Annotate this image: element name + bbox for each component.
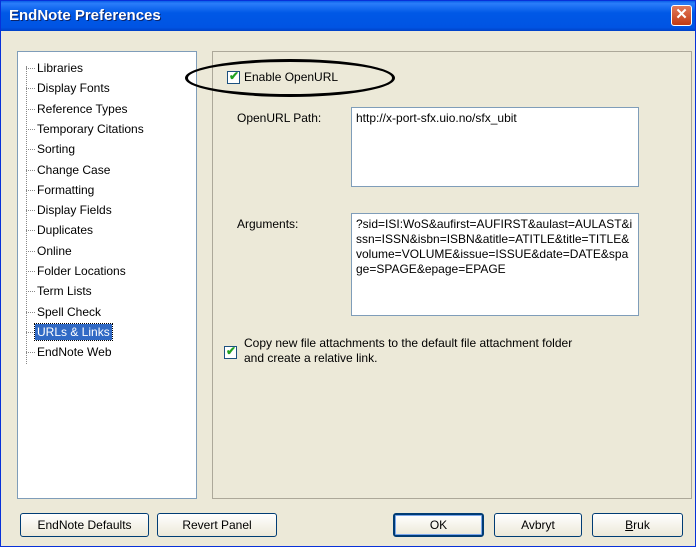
sidebar-item-label: Change Case <box>37 162 111 177</box>
tree-connector-line <box>26 210 35 212</box>
highlight-ellipse <box>185 59 395 97</box>
tree-connector-line <box>26 149 35 151</box>
sidebar-item-reference-types[interactable]: Reference Types <box>35 100 130 118</box>
sidebar-item-display-fonts[interactable]: Display Fonts <box>35 79 112 97</box>
copy-attachments-checkbox[interactable]: ✔ <box>224 344 237 359</box>
close-icon: ✕ <box>675 6 688 23</box>
tree-connector-line <box>26 291 35 293</box>
apply-mnemonic: B <box>625 518 634 532</box>
tree-connector-line <box>26 352 35 354</box>
window-title: EndNote Preferences <box>9 7 161 24</box>
tree-connector-line <box>26 189 35 191</box>
sidebar-item-formatting[interactable]: Formatting <box>35 181 96 199</box>
ok-button[interactable]: OK <box>393 513 484 537</box>
sidebar-item-change-case[interactable]: Change Case <box>35 161 112 179</box>
tree-connector <box>26 66 27 364</box>
sidebar-item-label: Duplicates <box>37 223 94 238</box>
urls-links-panel: ✔ Enable OpenURL OpenURL Path: http://x-… <box>212 51 692 499</box>
tree-connector-line <box>26 68 35 69</box>
openurl-path-label: OpenURL Path: <box>237 111 322 125</box>
revert-panel-button[interactable]: Revert Panel <box>157 513 277 537</box>
sidebar-item-sorting[interactable]: Sorting <box>35 140 77 158</box>
sidebar-item-label: EndNote Web <box>37 345 112 360</box>
close-button[interactable]: ✕ <box>671 5 692 26</box>
sidebar-item-temporary-citations[interactable]: Temporary Citations <box>35 120 146 138</box>
sidebar-item-label: Temporary Citations <box>37 121 144 136</box>
sidebar-item-spell-check[interactable]: Spell Check <box>35 303 103 321</box>
sidebar-item-label: Folder Locations <box>37 264 126 278</box>
cancel-button[interactable]: Avbryt <box>494 513 582 537</box>
sidebar-item-label: Online <box>37 243 72 258</box>
sidebar-item-label: Libraries <box>37 61 84 75</box>
tree-connector-line <box>26 311 35 313</box>
sidebar-item-duplicates[interactable]: Duplicates <box>35 221 95 239</box>
tree-connector-line <box>26 169 35 171</box>
checkmark-icon: ✔ <box>226 344 237 358</box>
sidebar-item-label: Sorting <box>37 142 76 157</box>
sidebar-item-display-fields[interactable]: Display Fields <box>35 201 114 219</box>
sidebar-item-folder-locations[interactable]: Folder Locations <box>35 262 128 280</box>
tree-connector-line <box>26 108 35 110</box>
tree-connector-line <box>26 128 35 130</box>
openurl-path-field[interactable]: http://x-port-sfx.uio.no/sfx_ubit <box>351 107 639 187</box>
apply-label-rest: ruk <box>633 518 650 532</box>
tree-connector-line <box>26 271 35 272</box>
sidebar-item-label: Formatting <box>37 182 95 197</box>
sidebar-item-label: Spell Check <box>37 304 102 319</box>
sidebar-item-endnote-web[interactable]: EndNote Web <box>35 343 114 361</box>
sidebar-item-label: Reference Types <box>37 101 128 116</box>
sidebar-item-label: Term Lists <box>37 284 92 299</box>
tree-connector-line <box>26 88 35 90</box>
sidebar-item-urls-links[interactable]: URLs & Links <box>34 322 113 341</box>
copy-attachments-label-line2[interactable]: and create a relative link. <box>244 351 377 365</box>
sidebar-item-label: Display Fields <box>37 203 112 218</box>
preferences-tree: Libraries Display Fonts Reference Types Tem… <box>17 51 197 499</box>
preferences-window: EndNote Preferences ✕ Libraries Display F… <box>0 0 696 547</box>
copy-attachments-label-line1[interactable]: Copy new file attachments to the default… <box>244 336 572 350</box>
endnote-defaults-button[interactable]: EndNote Defaults <box>20 513 149 537</box>
sidebar-item-term-lists[interactable]: Term Lists <box>35 282 94 300</box>
arguments-field[interactable]: ?sid=ISI:WoS&aufirst=AUFIRST&aulast=AULA… <box>351 213 639 316</box>
arguments-label: Arguments: <box>237 217 299 231</box>
tree-connector-line <box>26 230 35 232</box>
apply-button[interactable]: Bruk <box>592 513 683 537</box>
tree-connector-line <box>26 331 35 333</box>
sidebar-item-label: Display Fonts <box>37 81 110 96</box>
sidebar-item-label: URLs & Links <box>34 322 113 341</box>
sidebar-item-online[interactable]: Online <box>35 242 74 260</box>
tree-connector-line <box>26 250 35 252</box>
title-bar[interactable]: EndNote Preferences ✕ <box>1 1 695 31</box>
sidebar-item-libraries[interactable]: Libraries <box>35 59 85 77</box>
